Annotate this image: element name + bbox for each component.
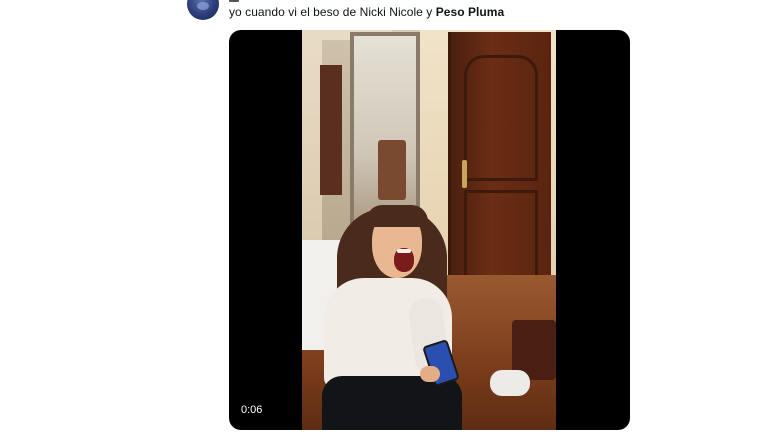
avatar[interactable] xyxy=(187,0,219,20)
header-name-fragment xyxy=(229,0,239,2)
person-hair-top xyxy=(366,205,428,227)
tweet-text-bold: Peso Pluma xyxy=(435,5,505,19)
tweet-text: yo cuando vi el beso de Nicki Nicole y P… xyxy=(229,5,504,19)
video-player[interactable]: 0:06 xyxy=(229,30,630,430)
scene-hall-door xyxy=(320,65,342,195)
scene-door-panel-top xyxy=(464,55,538,181)
scene-door-handle xyxy=(462,160,467,188)
scene-shoe xyxy=(490,370,530,396)
video-frame[interactable] xyxy=(302,30,556,430)
person-teeth xyxy=(397,249,411,253)
person-hand xyxy=(420,366,440,382)
video-timestamp: 0:06 xyxy=(241,404,263,416)
tweet-card: yo cuando vi el beso de Nicki Nicole y P… xyxy=(0,0,768,435)
scene-mirror-chair xyxy=(378,140,406,200)
avatar-highlight xyxy=(197,2,209,10)
tweet-text-plain: yo cuando vi el beso de Nicki Nicole y xyxy=(229,5,436,19)
